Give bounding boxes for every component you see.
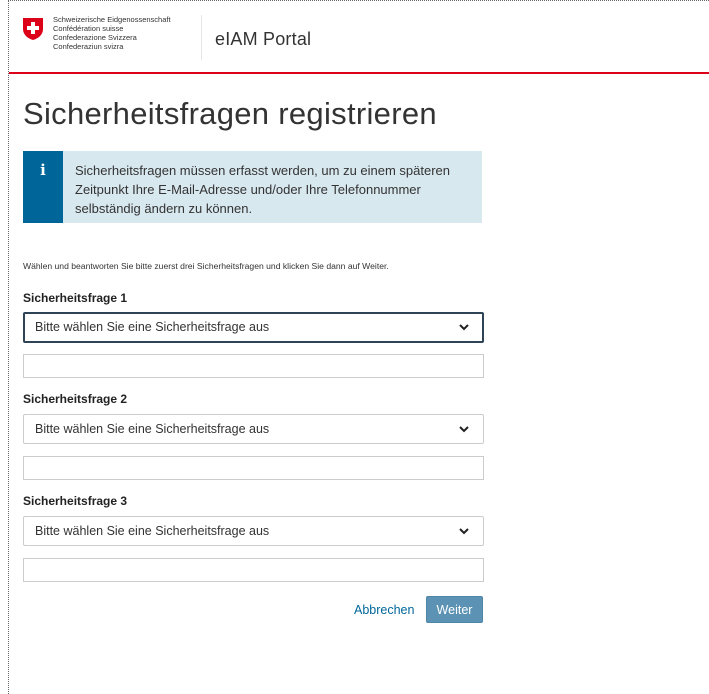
info-stripe: i <box>23 151 63 223</box>
info-icon: i <box>40 161 46 179</box>
header-red-line <box>9 72 709 74</box>
question-3-selected-value: Bitte wählen Sie eine Sicherheitsfrage a… <box>35 524 270 538</box>
portal-title: eIAM Portal <box>215 29 312 49</box>
info-box: i Sicherheitsfragen müssen erfasst werde… <box>23 151 482 223</box>
federal-name-fr: Confédération suisse <box>53 24 124 33</box>
question-2-answer-input[interactable] <box>23 456 484 480</box>
cancel-link[interactable]: Abbrechen <box>354 603 414 617</box>
page-title: Sicherheitsfragen registrieren <box>23 96 437 131</box>
question-1-label: Sicherheitsfrage 1 <box>23 291 128 305</box>
federal-name-rm: Confederaziun svizra <box>53 42 124 51</box>
info-text: Sicherheitsfragen müssen erfasst werden,… <box>75 163 451 216</box>
chevron-down-icon <box>459 426 469 433</box>
question-3-answer-input[interactable] <box>23 558 484 582</box>
next-button[interactable]: Weiter <box>426 596 483 623</box>
federal-names: Schweizerische Eidgenossenschaft Confédé… <box>53 15 171 51</box>
question-3-label: Sicherheitsfrage 3 <box>23 494 128 508</box>
question-1-answer-input[interactable] <box>23 354 484 378</box>
instruction-text: Wählen und beantworten Sie bitte zuerst … <box>23 261 389 271</box>
chevron-down-icon <box>459 528 469 535</box>
question-1-select[interactable]: Bitte wählen Sie eine Sicherheitsfrage a… <box>23 312 484 343</box>
question-2-select[interactable]: Bitte wählen Sie eine Sicherheitsfrage a… <box>23 414 484 444</box>
question-1-selected-value: Bitte wählen Sie eine Sicherheitsfrage a… <box>35 320 270 334</box>
question-2-label: Sicherheitsfrage 2 <box>23 392 128 406</box>
question-2-selected-value: Bitte wählen Sie eine Sicherheitsfrage a… <box>35 422 270 436</box>
federal-name-de: Schweizerische Eidgenossenschaft <box>53 15 171 24</box>
federal-name-it: Confederazione Svizzera <box>53 33 137 42</box>
swiss-crest-icon <box>23 18 43 40</box>
question-3-select[interactable]: Bitte wählen Sie eine Sicherheitsfrage a… <box>23 516 484 546</box>
chevron-down-icon <box>459 324 469 331</box>
header-divider <box>201 15 202 60</box>
frame-border-left <box>8 0 9 694</box>
